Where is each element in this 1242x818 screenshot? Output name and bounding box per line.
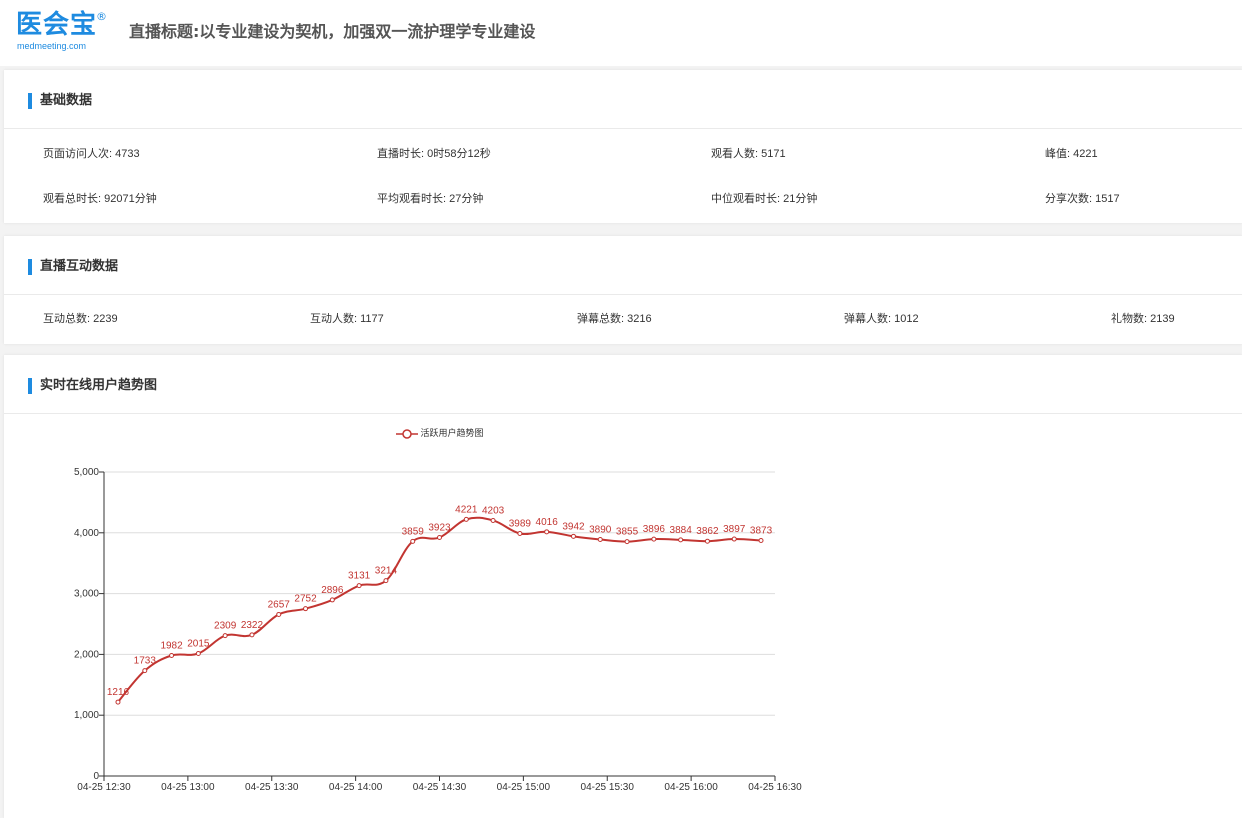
- data-point: [303, 606, 309, 612]
- data-point: [731, 536, 737, 542]
- page-header: 医会宝 ® medmeeting.com 直播标题:以专业建设为契机，加强双一流…: [0, 0, 1242, 66]
- x-tick-label: 04-25 16:00: [664, 782, 718, 793]
- stat-shares: 分享次数: 1517: [1045, 193, 1120, 205]
- data-label: 1982: [160, 640, 183, 651]
- data-label: 3859: [402, 526, 425, 537]
- data-label: 3989: [509, 518, 532, 529]
- stat-live-duration: 直播时长: 0时58分12秒: [377, 148, 491, 160]
- data-point: [570, 533, 576, 539]
- data-label: 2752: [294, 594, 317, 605]
- data-point: [142, 668, 148, 674]
- basic-data-card: 基础数据 页面访问人次: 4733 直播时长: 0时58分12秒 观看人数: 5…: [4, 70, 1242, 223]
- data-label: 2896: [321, 585, 344, 596]
- data-point: [169, 652, 175, 658]
- data-point: [383, 578, 389, 584]
- data-label: 3896: [643, 524, 666, 535]
- stat-gifts: 礼物数: 2139: [1111, 313, 1175, 325]
- stat-interaction-users: 互动人数: 1177: [310, 313, 384, 325]
- x-tick-label: 04-25 13:30: [245, 782, 299, 793]
- data-point: [410, 538, 416, 544]
- data-label: 3214: [375, 566, 398, 577]
- card-title: 直播互动数据: [40, 259, 119, 274]
- data-point: [115, 699, 121, 705]
- data-label: 3884: [670, 525, 693, 536]
- data-label: 3855: [616, 527, 639, 538]
- y-tick-label: 4,000: [74, 528, 99, 539]
- data-point: [276, 611, 282, 617]
- data-label: 4203: [482, 505, 505, 516]
- data-point: [678, 537, 684, 543]
- x-tick-label: 04-25 13:00: [161, 782, 215, 793]
- stat-peak: 峰值: 4221: [1045, 148, 1098, 160]
- x-tick-label: 04-25 15:30: [581, 782, 635, 793]
- data-point: [356, 583, 362, 589]
- y-tick-label: 2,000: [74, 649, 99, 660]
- logo-text: 医会宝: [16, 10, 98, 40]
- y-tick-label: 3,000: [74, 589, 99, 600]
- stat-viewers: 观看人数: 5171: [711, 148, 786, 160]
- interaction-data-card: 直播互动数据 互动总数: 2239 互动人数: 1177 弹幕总数: 3216 …: [4, 236, 1242, 344]
- data-point: [195, 650, 201, 656]
- data-point: [651, 536, 657, 542]
- data-label: 3131: [348, 571, 371, 582]
- stat-total-watch-time: 观看总时长: 92071分钟: [43, 193, 157, 205]
- title-accent-bar: [28, 93, 32, 109]
- x-tick-label: 04-25 16:30: [748, 782, 802, 793]
- data-label: 2309: [214, 621, 237, 632]
- logo-url: medmeeting.com: [17, 41, 87, 51]
- data-point: [624, 539, 630, 545]
- stat-avg-watch-time: 平均观看时长: 27分钟: [377, 193, 484, 205]
- stat-interactions-total: 互动总数: 2239: [43, 313, 118, 325]
- data-label: 3897: [723, 524, 746, 535]
- data-point: [517, 530, 523, 536]
- card-header: 直播互动数据: [4, 236, 1242, 295]
- data-label: 2657: [268, 599, 291, 610]
- data-label: 3942: [562, 521, 585, 532]
- data-label: 3862: [696, 526, 719, 537]
- data-point: [437, 534, 442, 540]
- data-label: 1216: [107, 687, 130, 698]
- stat-page-visits: 页面访问人次: 4733: [43, 148, 140, 160]
- data-point: [249, 632, 255, 638]
- data-point: [329, 597, 335, 603]
- brand-logo[interactable]: 医会宝 ® medmeeting.com: [16, 10, 116, 56]
- data-label: 2322: [241, 620, 264, 631]
- data-point: [490, 517, 496, 523]
- stat-median-watch-time: 中位观看时长: 21分钟: [711, 193, 818, 205]
- x-tick-label: 04-25 15:00: [497, 782, 551, 793]
- x-tick-label: 04-25 12:30: [77, 782, 131, 793]
- data-point: [544, 529, 550, 535]
- data-label: 2015: [187, 638, 210, 649]
- y-tick-label: 1,000: [74, 710, 99, 721]
- series-line: [117, 516, 762, 703]
- data-point: [222, 633, 228, 639]
- y-tick-label: 5,000: [74, 467, 99, 478]
- data-point: [463, 516, 469, 522]
- data-point: [758, 538, 764, 544]
- data-label: 3890: [589, 524, 612, 535]
- y-tick-label: 0: [93, 771, 99, 782]
- data-point: [597, 536, 603, 542]
- data-label: 4016: [536, 517, 559, 528]
- online-users-line-chart: 0 1,000 2,000 3,000 4,000 5,000 04-25 12:30 04-…: [74, 467, 802, 793]
- card-title: 基础数据: [40, 93, 93, 108]
- x-tick-label: 04-25 14:30: [413, 782, 467, 793]
- registered-mark: ®: [96, 10, 107, 23]
- data-label: 3873: [750, 526, 773, 537]
- data-point: [704, 538, 710, 544]
- x-tick-label: 04-25 14:00: [329, 782, 383, 793]
- online-trend-card: 实时在线用户趋势图 活跃用户趋势图 0 1,000 2,000 3,000 4,000 5…: [4, 355, 1242, 818]
- data-label: 4221: [455, 504, 478, 515]
- live-title: 直播标题:以专业建设为契机，加强双一流护理学专业建设: [129, 22, 536, 41]
- title-accent-bar: [28, 259, 32, 275]
- stat-danmaku-total: 弹幕总数: 3216: [577, 313, 652, 325]
- card-header: 基础数据: [4, 70, 1242, 129]
- stat-danmaku-users: 弹幕人数: 1012: [844, 313, 919, 325]
- data-label: 1733: [134, 656, 157, 667]
- data-label: 3923: [428, 522, 451, 533]
